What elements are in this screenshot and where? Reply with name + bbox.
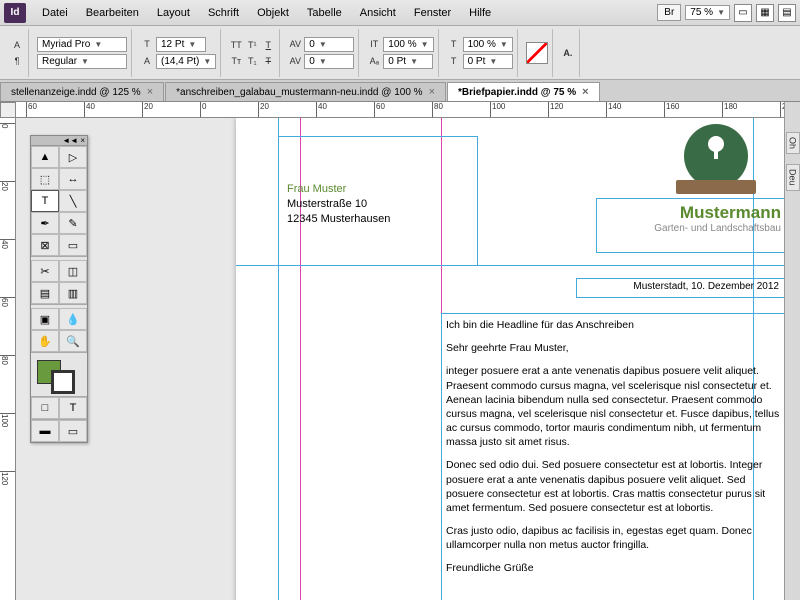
apply-text[interactable]: T — [59, 397, 87, 419]
baseline-combo[interactable]: 0 Pt▼ — [383, 54, 433, 69]
allcaps-icon[interactable]: TT — [229, 38, 243, 52]
gradient-feather-tool[interactable]: ▥ — [59, 282, 87, 304]
vscale-combo[interactable]: 100 %▼ — [383, 37, 433, 52]
free-transform-tool[interactable]: ◫ — [59, 260, 87, 282]
preview-view[interactable]: ▭ — [59, 420, 87, 442]
bridge-button[interactable]: Br — [657, 4, 681, 21]
leading-icon: A — [140, 54, 154, 68]
charstyle-icon[interactable]: A. — [561, 46, 575, 60]
paragraph-4: Freundliche Grüße — [446, 561, 781, 575]
apply-color[interactable]: □ — [31, 397, 59, 419]
salutation: Sehr geehrte Frau Muster, — [446, 341, 781, 355]
direct-selection-tool[interactable]: ▷ — [59, 146, 87, 168]
address-frame[interactable]: Frau Muster Musterstraße 10 12345 Muster… — [278, 136, 478, 266]
subscript-icon[interactable]: T₁ — [245, 54, 259, 68]
underline-icon[interactable]: T — [261, 38, 275, 52]
rectangle-tool[interactable]: ▭ — [59, 234, 87, 256]
recipient-city: 12345 Musterhausen — [287, 212, 469, 227]
menu-layout[interactable]: Layout — [149, 4, 198, 22]
baseline-icon: Aₐ — [367, 54, 381, 68]
close-icon[interactable]: × — [582, 86, 588, 98]
company-logo — [676, 124, 756, 204]
app-icon: Id — [4, 3, 26, 23]
char-mode-icon[interactable]: A — [10, 38, 24, 52]
company-name: Mustermann — [601, 203, 781, 223]
hscale-icon: T — [447, 37, 461, 51]
doc-tab-0[interactable]: stellenanzeige.indd @ 125 %× — [0, 82, 164, 101]
font-size-combo[interactable]: 12 Pt▼ — [156, 37, 206, 52]
rectangle-frame-tool[interactable]: ⊠ — [31, 234, 59, 256]
view-mode-icon[interactable]: ▭ — [734, 4, 752, 22]
menu-fenster[interactable]: Fenster — [406, 4, 459, 22]
skew-icon: T — [447, 54, 461, 68]
tracking-combo[interactable]: 0▼ — [304, 54, 354, 69]
kerning-icon: AV — [288, 37, 302, 51]
toolbox-panel[interactable]: ◄◄ × ▲ ▷ ⬚ ↔ T ╲ ✒ ✎ ⊠ ▭ ✂ ◫ ▤ ▥ ▣ 💧 ✋ 🔍… — [30, 135, 88, 443]
menu-bearbeiten[interactable]: Bearbeiten — [78, 4, 147, 22]
company-frame[interactable]: Mustermann Garten- und Landschaftsbau — [596, 198, 786, 253]
zoom-tool[interactable]: 🔍 — [59, 330, 87, 352]
close-icon[interactable]: × — [429, 86, 435, 98]
arrange-icon[interactable]: ▤ — [778, 4, 796, 22]
hscale-combo[interactable]: 100 %▼ — [463, 37, 513, 52]
recipient-name: Frau Muster — [287, 182, 469, 197]
menu-schrift[interactable]: Schrift — [200, 4, 247, 22]
date-frame[interactable]: Musterstadt, 10. Dezember 2012 — [576, 278, 786, 298]
doc-tab-1[interactable]: *anschreiben_galabau_mustermann-neu.indd… — [165, 82, 446, 101]
zoom-level[interactable]: 75 %▼ — [685, 5, 730, 20]
screen-mode-icon[interactable]: ▦ — [756, 4, 774, 22]
superscript-icon[interactable]: T¹ — [245, 38, 259, 52]
headline: Ich bin die Headline für das Anschreiben — [446, 318, 781, 332]
paragraph-3: Cras justo odio, dapibus ac facilisis in… — [446, 524, 781, 552]
doc-tab-2[interactable]: *Briefpapier.indd @ 75 %× — [447, 82, 600, 101]
menu-datei[interactable]: Datei — [34, 4, 76, 22]
side-tab-1[interactable]: Deu — [786, 164, 800, 191]
company-subtitle: Garten- und Landschaftsbau — [601, 223, 781, 234]
pencil-tool[interactable]: ✎ — [59, 212, 87, 234]
type-tool[interactable]: T — [31, 190, 59, 212]
body-frame[interactable]: Ich bin die Headline für das Anschreiben… — [441, 313, 786, 600]
font-size-icon: T — [140, 37, 154, 51]
kerning-combo[interactable]: 0▼ — [304, 37, 354, 52]
fill-stroke-swatch[interactable] — [31, 356, 87, 396]
fill-swatch[interactable] — [526, 42, 548, 64]
font-family-combo[interactable]: Myriad Pro▼ — [37, 37, 127, 52]
paragraph-2: Donec sed odio dui. Sed posuere consecte… — [446, 458, 781, 515]
gradient-swatch-tool[interactable]: ▤ — [31, 282, 59, 304]
side-panels[interactable]: Oh Deu — [784, 102, 800, 600]
ruler-horizontal[interactable]: 60 40 20 0 20 40 60 80 100 120 140 160 1… — [16, 102, 800, 118]
menu-ansicht[interactable]: Ansicht — [352, 4, 404, 22]
hand-tool[interactable]: ✋ — [31, 330, 59, 352]
menu-tabelle[interactable]: Tabelle — [299, 4, 350, 22]
line-tool[interactable]: ╲ — [59, 190, 87, 212]
note-tool[interactable]: ▣ — [31, 308, 59, 330]
recipient-street: Musterstraße 10 — [287, 197, 469, 212]
skew-combo[interactable]: 0 Pt▼ — [463, 54, 513, 69]
menu-objekt[interactable]: Objekt — [249, 4, 297, 22]
menu-hilfe[interactable]: Hilfe — [461, 4, 499, 22]
document-canvas[interactable]: Frau Muster Musterstraße 10 12345 Muster… — [16, 118, 800, 600]
close-icon[interactable]: × — [147, 86, 153, 98]
ruler-vertical[interactable]: 0 20 40 60 80 100 120 — [0, 118, 16, 600]
ruler-origin[interactable] — [0, 102, 16, 118]
smallcaps-icon[interactable]: Tᴛ — [229, 54, 243, 68]
tracking-icon: AV — [288, 54, 302, 68]
toolbox-header[interactable]: ◄◄ × — [31, 136, 87, 146]
page: Frau Muster Musterstraße 10 12345 Muster… — [236, 118, 796, 600]
normal-view[interactable]: ▬ — [31, 420, 59, 442]
vscale-icon: IT — [367, 37, 381, 51]
strikethrough-icon[interactable]: T — [261, 54, 275, 68]
paragraph-1: integer posuere erat a ante venenatis da… — [446, 364, 781, 449]
side-tab-0[interactable]: Oh — [786, 132, 800, 154]
para-mode-icon[interactable]: ¶ — [10, 54, 24, 68]
gap-tool[interactable]: ↔ — [59, 168, 87, 190]
date-text: Musterstadt, 10. Dezember 2012 — [633, 281, 779, 292]
leading-combo[interactable]: (14,4 Pt)▼ — [156, 54, 216, 69]
scissors-tool[interactable]: ✂ — [31, 260, 59, 282]
eyedropper-tool[interactable]: 💧 — [59, 308, 87, 330]
selection-tool[interactable]: ▲ — [31, 146, 59, 168]
font-style-combo[interactable]: Regular▼ — [37, 54, 127, 69]
page-tool[interactable]: ⬚ — [31, 168, 59, 190]
pen-tool[interactable]: ✒ — [31, 212, 59, 234]
